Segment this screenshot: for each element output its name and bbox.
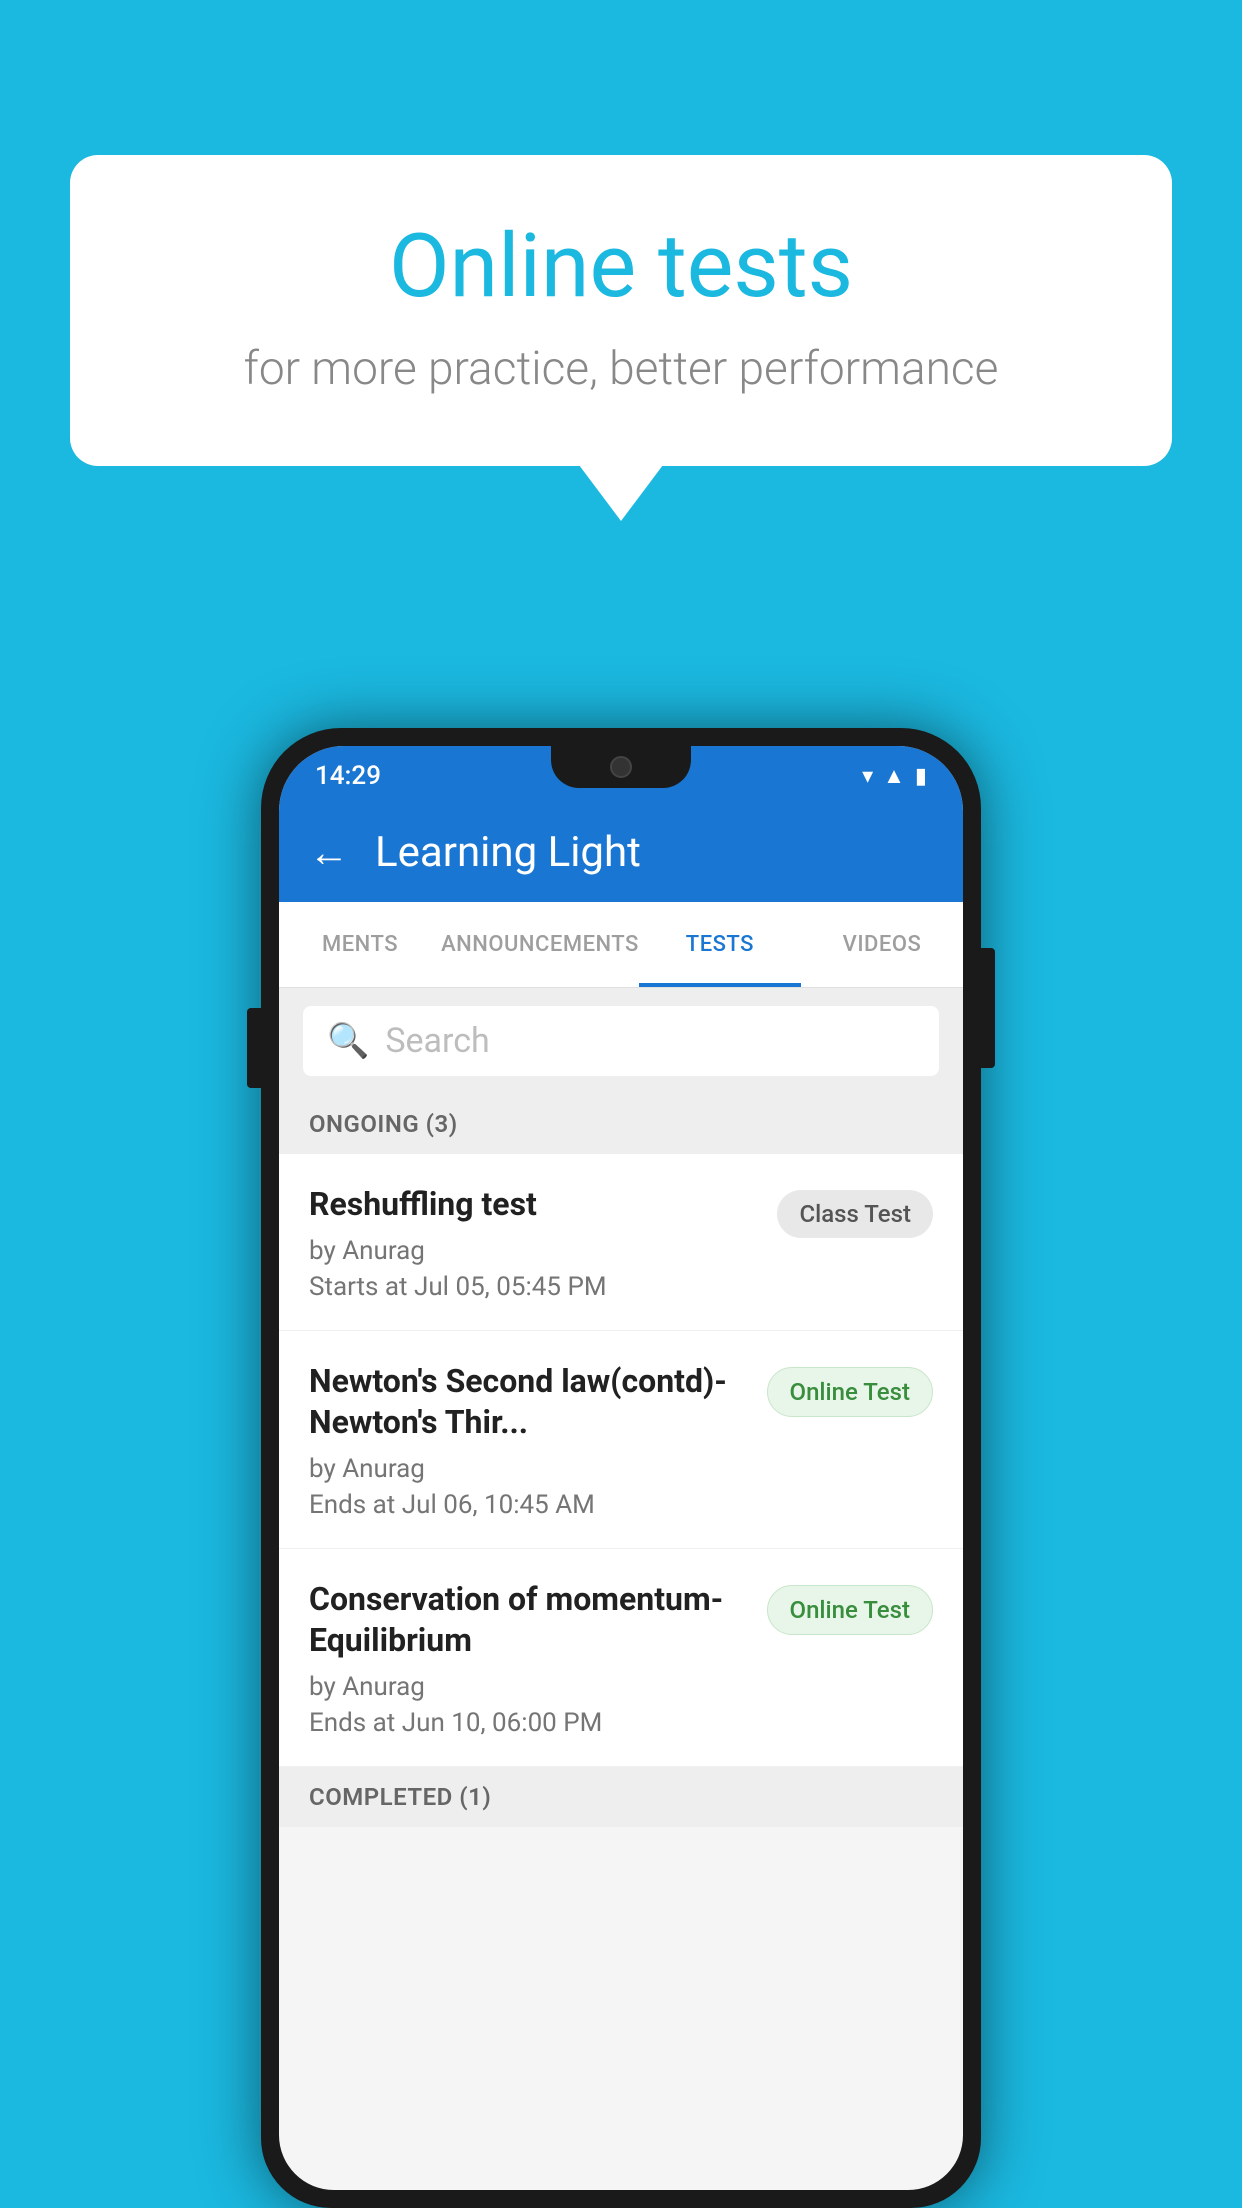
test-badge-3: Online Test: [767, 1585, 933, 1635]
test-info-2: Newton's Second law(contd)-Newton's Thir…: [309, 1361, 767, 1520]
search-container: 🔍 Search: [279, 988, 963, 1094]
phone-inner: 14:29 ▾ ▲ ▮ ← Learning Light MENTS ANNOU…: [279, 746, 963, 2190]
test-badge-2: Online Test: [767, 1367, 933, 1417]
search-icon: 🔍: [327, 1021, 369, 1061]
test-by-2: by Anurag: [309, 1454, 747, 1484]
test-name-1: Reshuffling test: [309, 1184, 757, 1226]
test-list: Reshuffling test by Anurag Starts at Jul…: [279, 1154, 963, 1767]
bubble-subtitle: for more practice, better performance: [150, 342, 1092, 396]
notch-camera: [610, 756, 632, 778]
bubble-card: Online tests for more practice, better p…: [70, 155, 1172, 466]
back-arrow-icon[interactable]: ←: [309, 829, 349, 876]
status-time: 14:29: [315, 761, 381, 791]
search-bar[interactable]: 🔍 Search: [303, 1006, 939, 1076]
ongoing-section-header: ONGOING (3): [279, 1094, 963, 1154]
search-placeholder: Search: [385, 1021, 489, 1061]
status-icons: ▾ ▲ ▮: [862, 763, 927, 789]
wifi-icon: ▾: [862, 764, 873, 789]
test-item[interactable]: Reshuffling test by Anurag Starts at Jul…: [279, 1154, 963, 1331]
tab-bar: MENTS ANNOUNCEMENTS TESTS VIDEOS: [279, 902, 963, 988]
test-item[interactable]: Newton's Second law(contd)-Newton's Thir…: [279, 1331, 963, 1549]
test-info-1: Reshuffling test by Anurag Starts at Jul…: [309, 1184, 777, 1302]
test-item[interactable]: Conservation of momentum-Equilibrium by …: [279, 1549, 963, 1767]
app-title: Learning Light: [375, 828, 641, 877]
test-by-1: by Anurag: [309, 1236, 757, 1266]
tab-videos[interactable]: VIDEOS: [801, 902, 963, 987]
app-header: ← Learning Light: [279, 802, 963, 902]
test-time-1: Starts at Jul 05, 05:45 PM: [309, 1272, 757, 1302]
tab-tests[interactable]: TESTS: [639, 902, 801, 987]
test-by-3: by Anurag: [309, 1672, 747, 1702]
signal-icon: ▲: [883, 763, 905, 789]
battery-icon: ▮: [915, 764, 927, 789]
test-time-3: Ends at Jun 10, 06:00 PM: [309, 1708, 747, 1738]
bubble-title: Online tests: [150, 215, 1092, 318]
phone-frame: 14:29 ▾ ▲ ▮ ← Learning Light MENTS ANNOU…: [261, 728, 981, 2208]
completed-section-header: COMPLETED (1): [279, 1767, 963, 1827]
tab-announcements[interactable]: ANNOUNCEMENTS: [441, 902, 639, 987]
test-name-3: Conservation of momentum-Equilibrium: [309, 1579, 747, 1662]
test-name-2: Newton's Second law(contd)-Newton's Thir…: [309, 1361, 747, 1444]
tab-assignments[interactable]: MENTS: [279, 902, 441, 987]
test-time-2: Ends at Jul 06, 10:45 AM: [309, 1490, 747, 1520]
phone-outer: 14:29 ▾ ▲ ▮ ← Learning Light MENTS ANNOU…: [261, 728, 981, 2208]
phone-notch: [551, 746, 691, 788]
test-badge-1: Class Test: [777, 1190, 933, 1238]
promo-bubble: Online tests for more practice, better p…: [70, 155, 1172, 466]
test-info-3: Conservation of momentum-Equilibrium by …: [309, 1579, 767, 1738]
